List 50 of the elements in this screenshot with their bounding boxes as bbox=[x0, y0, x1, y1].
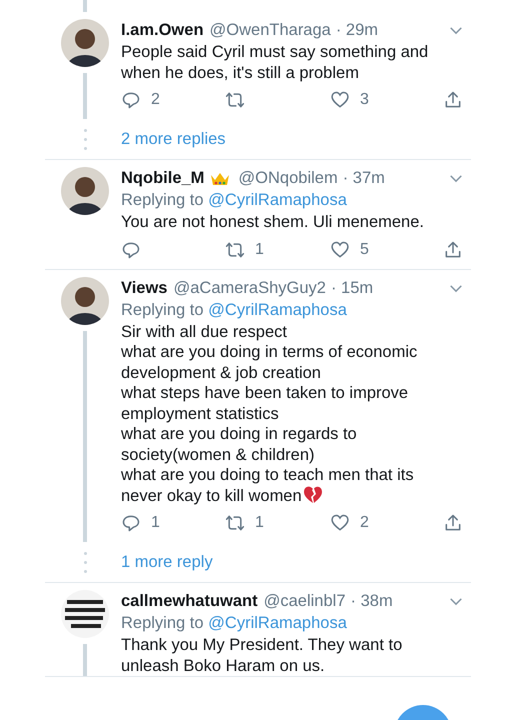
tweet-text: Sir with all due respect what are you doing in terms of economic development & job creation what steps have been taken to improve employment statistics what are you doing in regards to society(women & children) what are you doing to teach men that its never okay to kill women bbox=[121, 322, 418, 504]
share-icon[interactable] bbox=[443, 90, 463, 110]
avatar-icon[interactable] bbox=[61, 167, 109, 215]
tweet-time: · 29m bbox=[336, 20, 378, 41]
share-icon[interactable] bbox=[443, 513, 463, 533]
avatar-icon[interactable] bbox=[61, 19, 109, 67]
more-replies-link[interactable]: 1 more reply bbox=[121, 552, 213, 572]
mention-link[interactable]: @CyrilRamaphosa bbox=[208, 191, 347, 209]
tweet-text: You are not honest shem. Uli menemene. bbox=[121, 213, 424, 231]
heart-icon[interactable] bbox=[330, 513, 350, 533]
user-handle[interactable]: @OwenTharaga bbox=[210, 20, 331, 41]
retweet-icon[interactable] bbox=[225, 240, 245, 260]
tweet-time: · 37m bbox=[342, 168, 385, 189]
reply-count: 1 bbox=[151, 514, 160, 532]
retweet-count: 1 bbox=[255, 240, 264, 258]
user-handle[interactable]: @caelinbl7 bbox=[264, 591, 346, 612]
user-handle[interactable]: @aCameraShyGuy2 bbox=[173, 278, 326, 298]
tweet-text: People said Cyril must say something and when he does, it's still a problem bbox=[121, 43, 428, 82]
heart-icon[interactable] bbox=[330, 90, 350, 110]
tweet-text: Thank you My President. They want to unleash Boko Haram on us. bbox=[121, 636, 402, 674]
replying-label: Replying to bbox=[121, 614, 204, 632]
chevron-down-icon[interactable] bbox=[449, 597, 463, 606]
like-count: 2 bbox=[360, 514, 369, 532]
like-count: 3 bbox=[360, 91, 369, 109]
chevron-down-icon[interactable] bbox=[449, 284, 463, 292]
reply-count: 2 bbox=[151, 91, 160, 109]
reply-icon[interactable] bbox=[121, 240, 141, 260]
reply-icon[interactable] bbox=[121, 513, 141, 533]
like-count: 5 bbox=[360, 240, 369, 258]
avatar-icon[interactable] bbox=[61, 276, 109, 324]
retweet-count: 1 bbox=[255, 514, 264, 532]
chevron-down-icon[interactable] bbox=[449, 26, 463, 35]
more-replies-link[interactable]: 2 more replies bbox=[121, 130, 226, 148]
reply-icon[interactable] bbox=[121, 90, 141, 110]
tweet-time: · 38m bbox=[350, 591, 393, 612]
user-handle[interactable]: @ONqobilem bbox=[238, 168, 338, 189]
retweet-icon[interactable] bbox=[225, 90, 245, 110]
tweet-time: · 15m bbox=[330, 278, 374, 298]
replying-label: Replying to bbox=[121, 191, 204, 209]
share-icon[interactable] bbox=[443, 240, 463, 260]
mention-link[interactable]: @CyrilRamaphosa bbox=[208, 614, 347, 632]
user-name[interactable]: Views bbox=[121, 278, 168, 298]
mention-link[interactable]: @CyrilRamaphosa bbox=[208, 300, 347, 318]
heart-icon[interactable] bbox=[330, 240, 350, 260]
chevron-down-icon[interactable] bbox=[449, 174, 463, 183]
replying-label: Replying to bbox=[121, 300, 204, 318]
retweet-icon[interactable] bbox=[225, 513, 245, 533]
user-name[interactable]: I.am.Owen bbox=[121, 20, 204, 41]
user-name[interactable]: Nqobile_M bbox=[121, 168, 204, 189]
user-name[interactable]: callmewhatuwant bbox=[121, 591, 258, 612]
